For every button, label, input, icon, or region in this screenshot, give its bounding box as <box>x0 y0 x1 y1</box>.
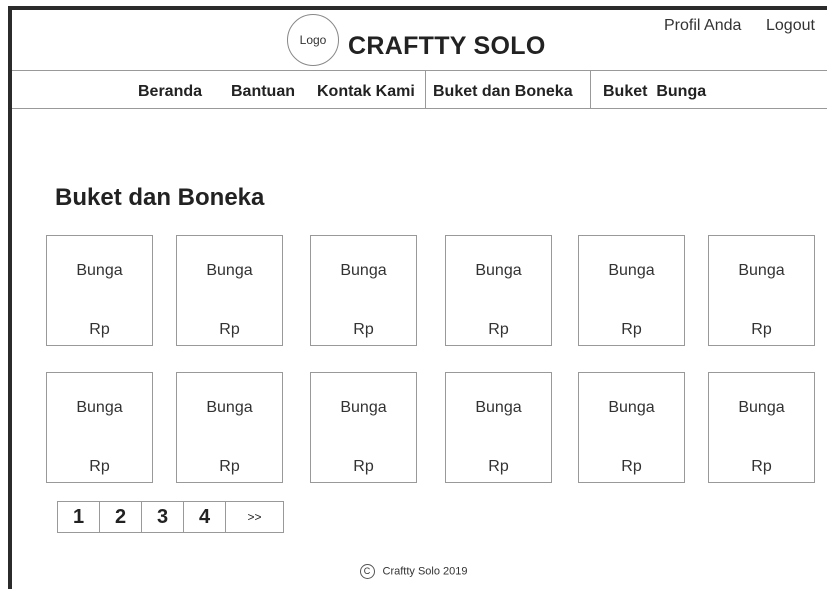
product-name: Bunga <box>475 399 522 416</box>
product-price: Rp <box>751 458 772 475</box>
page-button-2[interactable]: 2 <box>100 502 142 532</box>
product-name: Bunga <box>340 262 387 279</box>
footer: C Craftty Solo 2019 <box>0 564 827 579</box>
top-border <box>8 6 827 10</box>
nav-separator <box>425 71 426 108</box>
product-card[interactable]: Bunga Rp <box>310 372 417 483</box>
product-price: Rp <box>488 458 509 475</box>
product-price: Rp <box>219 458 240 475</box>
page-button-1[interactable]: 1 <box>58 502 100 532</box>
nav-bottom-divider <box>12 108 827 109</box>
logo-text: Logo <box>299 33 327 47</box>
product-card[interactable]: Bunga Rp <box>445 372 552 483</box>
copyright-icon: C <box>359 564 375 579</box>
product-price: Rp <box>621 321 642 338</box>
product-price: Rp <box>353 321 374 338</box>
nav-item-bantuan[interactable]: Bantuan <box>231 83 295 101</box>
product-price: Rp <box>488 321 509 338</box>
nav-item-beranda[interactable]: Beranda <box>138 83 202 101</box>
page-button-3[interactable]: 3 <box>142 502 184 532</box>
product-card[interactable]: Bunga Rp <box>578 235 685 346</box>
product-price: Rp <box>751 321 772 338</box>
profile-link[interactable]: Profil Anda <box>664 17 741 35</box>
product-name: Bunga <box>206 262 253 279</box>
brand-title: CRAFTTY SOLO <box>348 32 546 60</box>
nav-item-kontak-kami[interactable]: Kontak Kami <box>317 83 415 101</box>
page-button-4[interactable]: 4 <box>184 502 226 532</box>
nav-separator <box>590 71 591 108</box>
product-card[interactable]: Bunga Rp <box>176 235 283 346</box>
product-card[interactable]: Bunga Rp <box>176 372 283 483</box>
product-card[interactable]: Bunga Rp <box>708 372 815 483</box>
product-name: Bunga <box>738 262 785 279</box>
product-name: Bunga <box>475 262 522 279</box>
product-name: Bunga <box>76 399 123 416</box>
product-name: Bunga <box>340 399 387 416</box>
page-title: Buket dan Boneka <box>55 184 265 211</box>
product-name: Bunga <box>738 399 785 416</box>
product-card[interactable]: Bunga Rp <box>46 235 153 346</box>
product-card[interactable]: Bunga Rp <box>708 235 815 346</box>
next-page-button[interactable]: >> <box>226 502 283 532</box>
nav-item-buket-dan-boneka[interactable]: Buket dan Boneka <box>433 83 573 101</box>
product-name: Bunga <box>608 262 655 279</box>
product-name: Bunga <box>206 399 253 416</box>
product-price: Rp <box>89 321 110 338</box>
logo[interactable]: Logo <box>287 14 339 66</box>
product-price: Rp <box>89 458 110 475</box>
nav-item-buket-bunga[interactable]: Buket Bunga <box>603 83 706 101</box>
product-price: Rp <box>219 321 240 338</box>
product-card[interactable]: Bunga Rp <box>46 372 153 483</box>
nav-top-divider <box>12 70 827 71</box>
product-card[interactable]: Bunga Rp <box>578 372 685 483</box>
product-price: Rp <box>621 458 642 475</box>
product-card[interactable]: Bunga Rp <box>310 235 417 346</box>
footer-text: Craftty Solo 2019 <box>382 565 468 578</box>
product-name: Bunga <box>76 262 123 279</box>
logout-link[interactable]: Logout <box>766 17 815 35</box>
pagination: 1 2 3 4 >> <box>57 501 284 533</box>
product-price: Rp <box>353 458 374 475</box>
product-name: Bunga <box>608 399 655 416</box>
left-border <box>8 6 12 589</box>
product-card[interactable]: Bunga Rp <box>445 235 552 346</box>
